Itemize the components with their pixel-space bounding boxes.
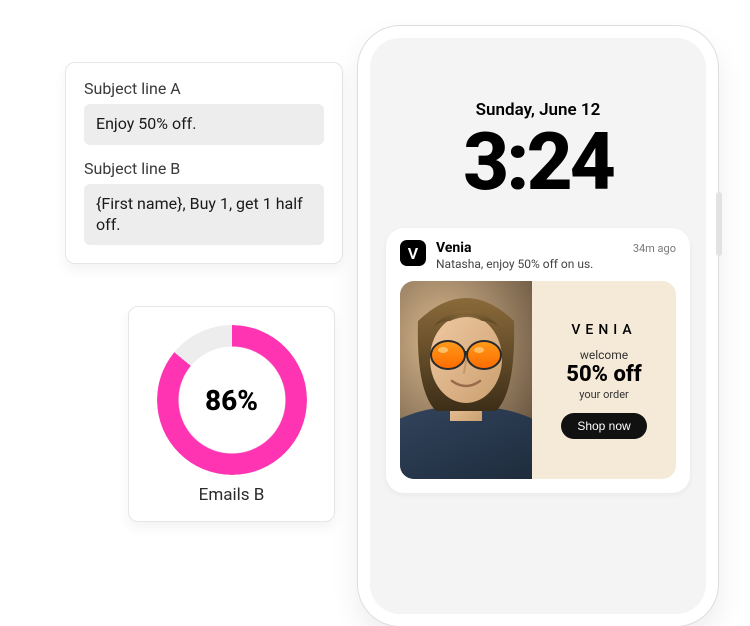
emails-b-stats-card: 86% Emails B [128,306,335,522]
notification-message: Natasha, enjoy 50% off on us. [436,257,625,271]
lockscreen-time: 3:24 [370,122,706,202]
push-notification[interactable]: V Venia Natasha, enjoy 50% off on us. 34… [386,228,690,493]
app-icon: V [400,240,426,266]
phone-side-button-icon [716,192,722,256]
shop-now-button[interactable]: Shop now [561,413,646,439]
notification-app-name: Venia [436,240,625,256]
donut-percent-text: 86% [157,325,307,475]
promo-brand: VENIA [571,322,636,338]
subject-b-label: Subject line B [84,159,324,178]
promo-subtext: your order [579,388,629,401]
stats-label: Emails B [139,485,324,505]
subject-a-label: Subject line A [84,79,324,98]
donut-chart: 86% [157,325,307,475]
promo-welcome: welcome [580,348,628,362]
subject-lines-card: Subject line A Enjoy 50% off. Subject li… [65,62,343,264]
notification-timestamp: 34m ago [633,242,676,255]
lockscreen-date: Sunday, June 12 [370,38,706,120]
subject-a-input[interactable]: Enjoy 50% off. [84,104,324,145]
phone-screen: Sunday, June 12 3:24 V Venia Natasha, en… [370,38,706,614]
notification-rich-card: VENIA welcome 50% off your order Shop no… [400,281,676,479]
promo-headline: 50% off [566,364,641,386]
promo-copy: VENIA welcome 50% off your order Shop no… [532,281,676,479]
subject-b-input[interactable]: {First name}, Buy 1, get 1 half off. [84,184,324,246]
promo-image [400,281,532,479]
phone-mockup: Sunday, June 12 3:24 V Venia Natasha, en… [358,26,718,626]
